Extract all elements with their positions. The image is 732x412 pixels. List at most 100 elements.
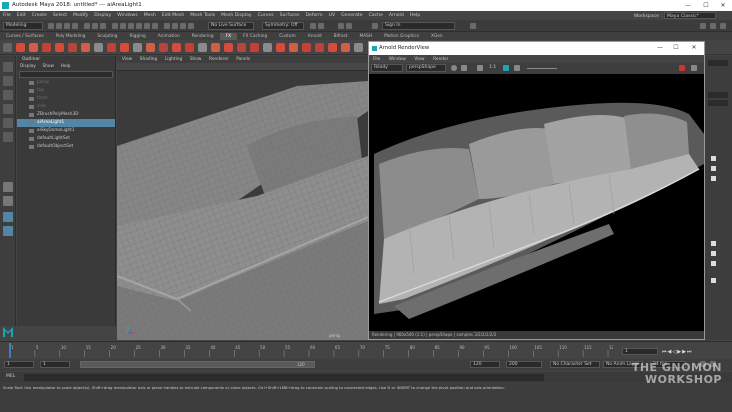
fx-lightning-icon[interactable]	[185, 43, 194, 52]
renderview-menu-render[interactable]: Render	[433, 57, 448, 62]
viewport-menu-show[interactable]: Show	[190, 57, 202, 62]
outliner-item[interactable]: aiSkyDomeLight1	[17, 127, 115, 135]
input-line-icon[interactable]	[338, 23, 344, 29]
menu-mesh-tools[interactable]: Mesh Tools	[190, 11, 215, 20]
outliner-item[interactable]: aiAreaLight1	[17, 119, 115, 127]
render-camera-dropdown[interactable]: perspShape	[406, 64, 446, 72]
outliner-menu-show[interactable]: Show	[42, 64, 54, 69]
layer-visibility-icon[interactable]	[711, 251, 716, 256]
channel-box-icon[interactable]	[720, 23, 726, 29]
modeling-toolkit-icon[interactable]	[700, 23, 706, 29]
snap-grid-icon[interactable]	[112, 23, 118, 29]
layer-visibility-icon[interactable]	[711, 176, 716, 181]
paint-select-icon[interactable]	[3, 90, 13, 100]
menu-edit-mesh[interactable]: Edit Mesh	[162, 11, 184, 20]
layer-visibility-icon[interactable]	[711, 278, 716, 283]
outliner-item[interactable]: defaultLightSet	[17, 135, 115, 143]
fx-hair-icon[interactable]	[81, 43, 90, 52]
renderview-options-icon[interactable]	[691, 65, 697, 71]
persp-outliner-layout-icon[interactable]	[3, 212, 13, 222]
hypershade-icon[interactable]	[188, 23, 194, 29]
layer-visibility-icon[interactable]	[711, 241, 716, 246]
menu-create[interactable]: Create	[32, 11, 47, 20]
outliner-item[interactable]: top	[17, 87, 115, 95]
go-to-end-icon[interactable]: ⏭	[687, 349, 693, 355]
maximize-button[interactable]: ☐	[699, 0, 713, 11]
renderview-close-button[interactable]: ✕	[687, 42, 701, 53]
snap-point-icon[interactable]	[128, 23, 134, 29]
fx-radial-icon[interactable]	[328, 43, 337, 52]
panel-toolbar[interactable]	[117, 63, 368, 71]
fx-constraint-icon[interactable]	[120, 43, 129, 52]
menu-modify[interactable]: Modify	[73, 11, 88, 20]
lasso-tool-icon[interactable]	[3, 76, 13, 86]
save-icon[interactable]	[56, 23, 62, 29]
render-settings-icon[interactable]	[180, 23, 186, 29]
snap-magnet-icon[interactable]	[152, 23, 158, 29]
exposure-slider[interactable]	[527, 68, 557, 69]
renderview-menu-file[interactable]: File	[373, 57, 380, 62]
viewport-menu-lighting[interactable]: Lighting	[165, 57, 182, 62]
fx-smoke-icon[interactable]	[172, 43, 181, 52]
current-frame-field[interactable]: 1	[622, 348, 658, 355]
command-input[interactable]	[24, 374, 544, 381]
snap-view-icon[interactable]	[136, 23, 142, 29]
scale-tool-icon[interactable]	[3, 132, 13, 142]
layer-visibility-icon[interactable]	[711, 261, 716, 266]
fx-wind-icon[interactable]	[263, 43, 272, 52]
menu-mesh[interactable]: Mesh	[144, 11, 156, 20]
reflection-icon[interactable]	[318, 23, 324, 29]
fx-drag-icon[interactable]	[341, 43, 350, 52]
fx-emitter-icon[interactable]	[29, 43, 38, 52]
menu-help[interactable]: Help	[410, 11, 420, 20]
fx-container-icon[interactable]	[55, 43, 64, 52]
outliner-menu-display[interactable]: Display	[20, 64, 36, 69]
crop-icon[interactable]	[503, 65, 509, 71]
close-button[interactable]: ✕	[716, 0, 730, 11]
channel-field[interactable]	[708, 60, 728, 66]
fx-ncloth-icon[interactable]	[68, 43, 77, 52]
menu-deform[interactable]: Deform	[306, 11, 323, 20]
attribute-editor-icon[interactable]	[710, 23, 716, 29]
move-tool-icon[interactable]	[3, 104, 13, 114]
viewport-menu-view[interactable]: View	[122, 57, 132, 62]
fx-surface-flow-icon[interactable]	[224, 43, 233, 52]
playback-controls[interactable]: ⏮◀◁▶▶⏭	[662, 349, 728, 355]
fx-nucleus-icon[interactable]	[250, 43, 259, 52]
render-frame-icon[interactable]	[164, 23, 170, 29]
refresh-render-icon[interactable]	[451, 65, 457, 71]
live-surface-field[interactable]: No Live Surface	[208, 22, 254, 30]
time-slider[interactable]: 1 5 10 15 20 25 30 35 40 45 50 55 60 65 70 75 80 85 90 95 10…	[0, 341, 732, 359]
four-view-layout-icon[interactable]	[3, 196, 13, 206]
outliner-search-input[interactable]	[19, 71, 113, 78]
renderview-menu-window[interactable]: Window	[389, 57, 406, 62]
layer-visibility-icon[interactable]	[711, 156, 716, 161]
symmetry-dropdown[interactable]: Symmetry: Off	[262, 22, 304, 30]
viewport-menu-shading[interactable]: Shading	[140, 57, 157, 62]
menu-generate[interactable]: Generate	[341, 11, 362, 20]
command-language-label[interactable]: MEL	[6, 374, 15, 379]
debug-shading-icon[interactable]	[679, 65, 685, 71]
playback-end-field[interactable]: 120	[470, 361, 500, 368]
outliner-menu-help[interactable]: Help	[61, 64, 71, 69]
workspace-dropdown[interactable]: Maya Classic*	[664, 12, 716, 19]
fx-gravity-icon[interactable]	[276, 43, 285, 52]
viewport-menu-renderer[interactable]: Renderer	[209, 57, 229, 62]
playback-start-field[interactable]: 1	[40, 361, 70, 368]
menu-display[interactable]: Display	[94, 11, 111, 20]
menu-windows[interactable]: Windows	[117, 11, 138, 20]
outliner-item[interactable]: front	[17, 95, 115, 103]
soft-select-icon[interactable]	[310, 23, 316, 29]
fx-turbulence-icon[interactable]	[289, 43, 298, 52]
outliner-item[interactable]: side	[17, 103, 115, 111]
redo-icon[interactable]	[72, 23, 78, 29]
channel-field[interactable]	[708, 92, 728, 98]
outliner-item[interactable]: defaultObjectSet	[17, 143, 115, 151]
select-component-icon[interactable]	[100, 23, 106, 29]
fx-uniform-icon[interactable]	[354, 43, 363, 52]
menu-edit[interactable]: Edit	[17, 11, 26, 20]
render-state-dropdown[interactable]: Ready	[371, 64, 403, 72]
persp-graph-layout-icon[interactable]	[3, 226, 13, 236]
channel-field[interactable]	[708, 100, 728, 106]
single-perspective-layout-icon[interactable]	[3, 182, 13, 192]
